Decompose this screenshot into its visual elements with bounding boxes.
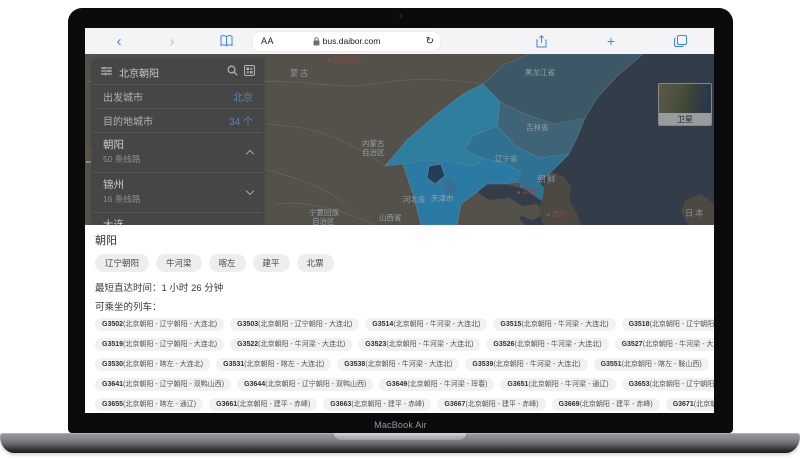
train-chip[interactable]: G3655(北京朝阳 - 喀左 - 通辽) — [95, 398, 204, 411]
search-bar[interactable]: 北京朝阳 — [93, 60, 263, 85]
screenshot-stage: MacBook Air ‹ › AA bus.daibor.com ↻ + 乌兰… — [0, 0, 800, 459]
destination-count-label: 目的地城市 — [103, 117, 153, 128]
train-list: G3502(北京朝阳 - 辽宁朝阳 - 大连北) G3503(北京朝阳 - 辽宁朝… — [95, 318, 714, 413]
train-row: G3641(北京朝阳 - 辽宁朝阳 - 双鸭山西) G3644(北京朝阳 - 辽宁… — [95, 378, 714, 391]
station-tag[interactable]: 建平 — [252, 254, 290, 272]
trains-list-title: 可乘坐的列车： — [95, 302, 162, 313]
train-chip[interactable]: G3651(北京朝阳 - 牛河梁 - 通辽) — [500, 378, 616, 391]
url-domain: bus.daibor.com — [322, 36, 381, 46]
safari-toolbar: ‹ › AA bus.daibor.com ↻ + — [85, 28, 714, 55]
train-row: G3502(北京朝阳 - 辽宁朝阳 - 大连北) G3503(北京朝阳 - 辽宁朝… — [95, 318, 714, 331]
results-panel: 朝阳 辽宁朝阳 牛河梁 喀左 建平 北票 最短直达时间：1 小时 26 分钟 可乘坐的列… — [85, 225, 714, 413]
destination-count-value[interactable]: 34 个 — [229, 113, 253, 128]
train-chip[interactable]: G3522(北京朝阳 - 牛河梁 - 大连北) — [230, 338, 353, 351]
sidebar-city-lines: 16 条线路 — [103, 194, 141, 204]
device-label: MacBook Air — [374, 420, 427, 430]
train-chip[interactable]: G3641(北京朝阳 - 辽宁朝阳 - 双鸭山西) — [95, 378, 232, 391]
sidebar-city-name: 朝阳 — [103, 139, 124, 151]
new-tab-icon[interactable]: + — [603, 28, 619, 54]
train-chip[interactable]: G3503(北京朝阳 - 辽宁朝阳 - 大连北) — [230, 318, 360, 331]
sidebar-city-row[interactable]: 锦州 16 条线路 — [93, 172, 263, 212]
chevron-up-icon[interactable] — [245, 149, 255, 158]
station-tag[interactable]: 牛河梁 — [156, 254, 202, 272]
satellite-layer-toggle[interactable]: 卫星 — [658, 83, 712, 126]
train-chip[interactable]: G3644(北京朝阳 - 辽宁朝阳 - 双鸭山西) — [237, 378, 374, 391]
url-text: bus.daibor.com — [253, 32, 440, 51]
destination-count-row[interactable]: 目的地城市 34 个 — [93, 108, 263, 132]
station-tag[interactable]: 辽宁朝阳 — [95, 254, 150, 272]
departure-city-label: 出发城市 — [103, 93, 143, 104]
sidebar-city-lines: 50 条线路 — [103, 154, 141, 164]
train-chip[interactable]: G3515(北京朝阳 - 牛河梁 - 大连北) — [493, 318, 616, 331]
map-list-toggle-icon[interactable] — [244, 63, 255, 81]
sidebar-city-name: 锦州 — [103, 179, 124, 191]
train-row: G3530(北京朝阳 - 喀左 - 大连北) G3531(北京朝阳 - 喀左 - … — [95, 358, 709, 371]
departure-city-row[interactable]: 出发城市 北京 — [93, 85, 263, 108]
station-tag[interactable]: 喀左 — [208, 254, 246, 272]
filter-icon[interactable] — [101, 63, 112, 81]
back-button[interactable]: ‹ — [112, 28, 126, 54]
train-chip[interactable]: G3523(北京朝阳 - 牛河梁 - 大连北) — [358, 338, 481, 351]
train-chip[interactable]: G3667(北京朝阳 - 建平 - 赤峰) — [437, 398, 546, 411]
lock-icon — [313, 36, 320, 46]
train-chip[interactable]: G3539(北京朝阳 - 牛河梁 - 大连北) — [465, 358, 588, 371]
share-icon[interactable] — [533, 28, 549, 54]
search-icon[interactable] — [227, 63, 238, 81]
train-chip[interactable]: G3531(北京朝阳 - 喀左 - 大连北) — [216, 358, 332, 371]
satellite-label: 卫星 — [659, 113, 711, 125]
train-chip[interactable]: G3526(北京朝阳 - 牛河梁 - 大连北) — [486, 338, 609, 351]
train-chip[interactable]: G3527(北京朝阳 - 牛河梁 - 大连北) — [614, 338, 714, 351]
train-chip[interactable]: G3551(北京朝阳 - 喀左 - 鞍山西) — [593, 358, 709, 371]
train-chip[interactable]: G3653(北京朝阳 - 辽宁朝阳 - 通辽) — [621, 378, 714, 391]
browser-viewport: ‹ › AA bus.daibor.com ↻ + 乌兰巴托 蒙古 黑龙江省 吉… — [85, 28, 714, 413]
sidebar-city-text: 朝阳 50 条线路 — [103, 139, 140, 165]
fastest-time-text: 最短直达时间：1 小时 26 分钟 — [95, 283, 224, 294]
departure-city-value[interactable]: 北京 — [233, 89, 253, 104]
webcam-dot — [398, 14, 403, 18]
search-input[interactable]: 北京朝阳 — [119, 65, 159, 80]
train-chip[interactable]: G3518(北京朝阳 - 辽宁朝阳 - 大连北) — [621, 318, 714, 331]
train-row: G3519(北京朝阳 - 辽宁朝阳 - 大连北) G3522(北京朝阳 - 牛河梁… — [95, 338, 714, 351]
train-chip[interactable]: G3538(北京朝阳 - 牛河梁 - 大连北) — [337, 358, 460, 371]
train-chip[interactable]: G3519(北京朝阳 - 辽宁朝阳 - 大连北) — [95, 338, 225, 351]
sidebar-city-text: 锦州 16 条线路 — [103, 179, 140, 205]
bookmarks-icon[interactable] — [218, 28, 234, 54]
train-chip[interactable]: G3671(北京朝阳 - 建平 - 赤峰) — [665, 398, 714, 411]
url-field[interactable]: AA bus.daibor.com ↻ — [253, 31, 440, 51]
train-chip[interactable]: G3530(北京朝阳 - 喀左 - 大连北) — [95, 358, 211, 371]
train-chip[interactable]: G3661(北京朝阳 - 建平 - 赤峰) — [209, 398, 318, 411]
train-row: G3655(北京朝阳 - 喀左 - 通辽) G3661(北京朝阳 - 建平 - 赤… — [95, 398, 714, 411]
search-sidebar: 北京朝阳 出发城市 北京 目的地城市 34 个 朝阳 50 条线路 锦州 16 条线路… — [93, 60, 263, 244]
macbook-lid-notch — [334, 433, 466, 440]
train-chip[interactable]: G3502(北京朝阳 - 辽宁朝阳 - 大连北) — [95, 318, 225, 331]
chevron-down-icon[interactable] — [245, 186, 255, 195]
train-chip[interactable]: G3663(北京朝阳 - 建平 - 赤峰) — [323, 398, 432, 411]
train-chip[interactable]: G3669(北京朝阳 - 建平 - 赤峰) — [551, 398, 660, 411]
via-station-tags: 辽宁朝阳 牛河梁 喀左 建平 北票 — [95, 254, 704, 272]
sidebar-city-row[interactable]: 朝阳 50 条线路 — [93, 132, 263, 172]
train-chip[interactable]: G3649(北京朝阳 - 牛河梁 - 珲春) — [379, 378, 495, 391]
reload-icon[interactable]: ↻ — [426, 32, 434, 51]
train-chip[interactable]: G3514(北京朝阳 - 牛河梁 - 大连北) — [365, 318, 488, 331]
forward-button[interactable]: › — [165, 28, 179, 54]
station-tag[interactable]: 北票 — [296, 254, 334, 272]
selected-city-title: 朝阳 — [95, 235, 117, 247]
tabs-icon[interactable] — [671, 28, 689, 54]
